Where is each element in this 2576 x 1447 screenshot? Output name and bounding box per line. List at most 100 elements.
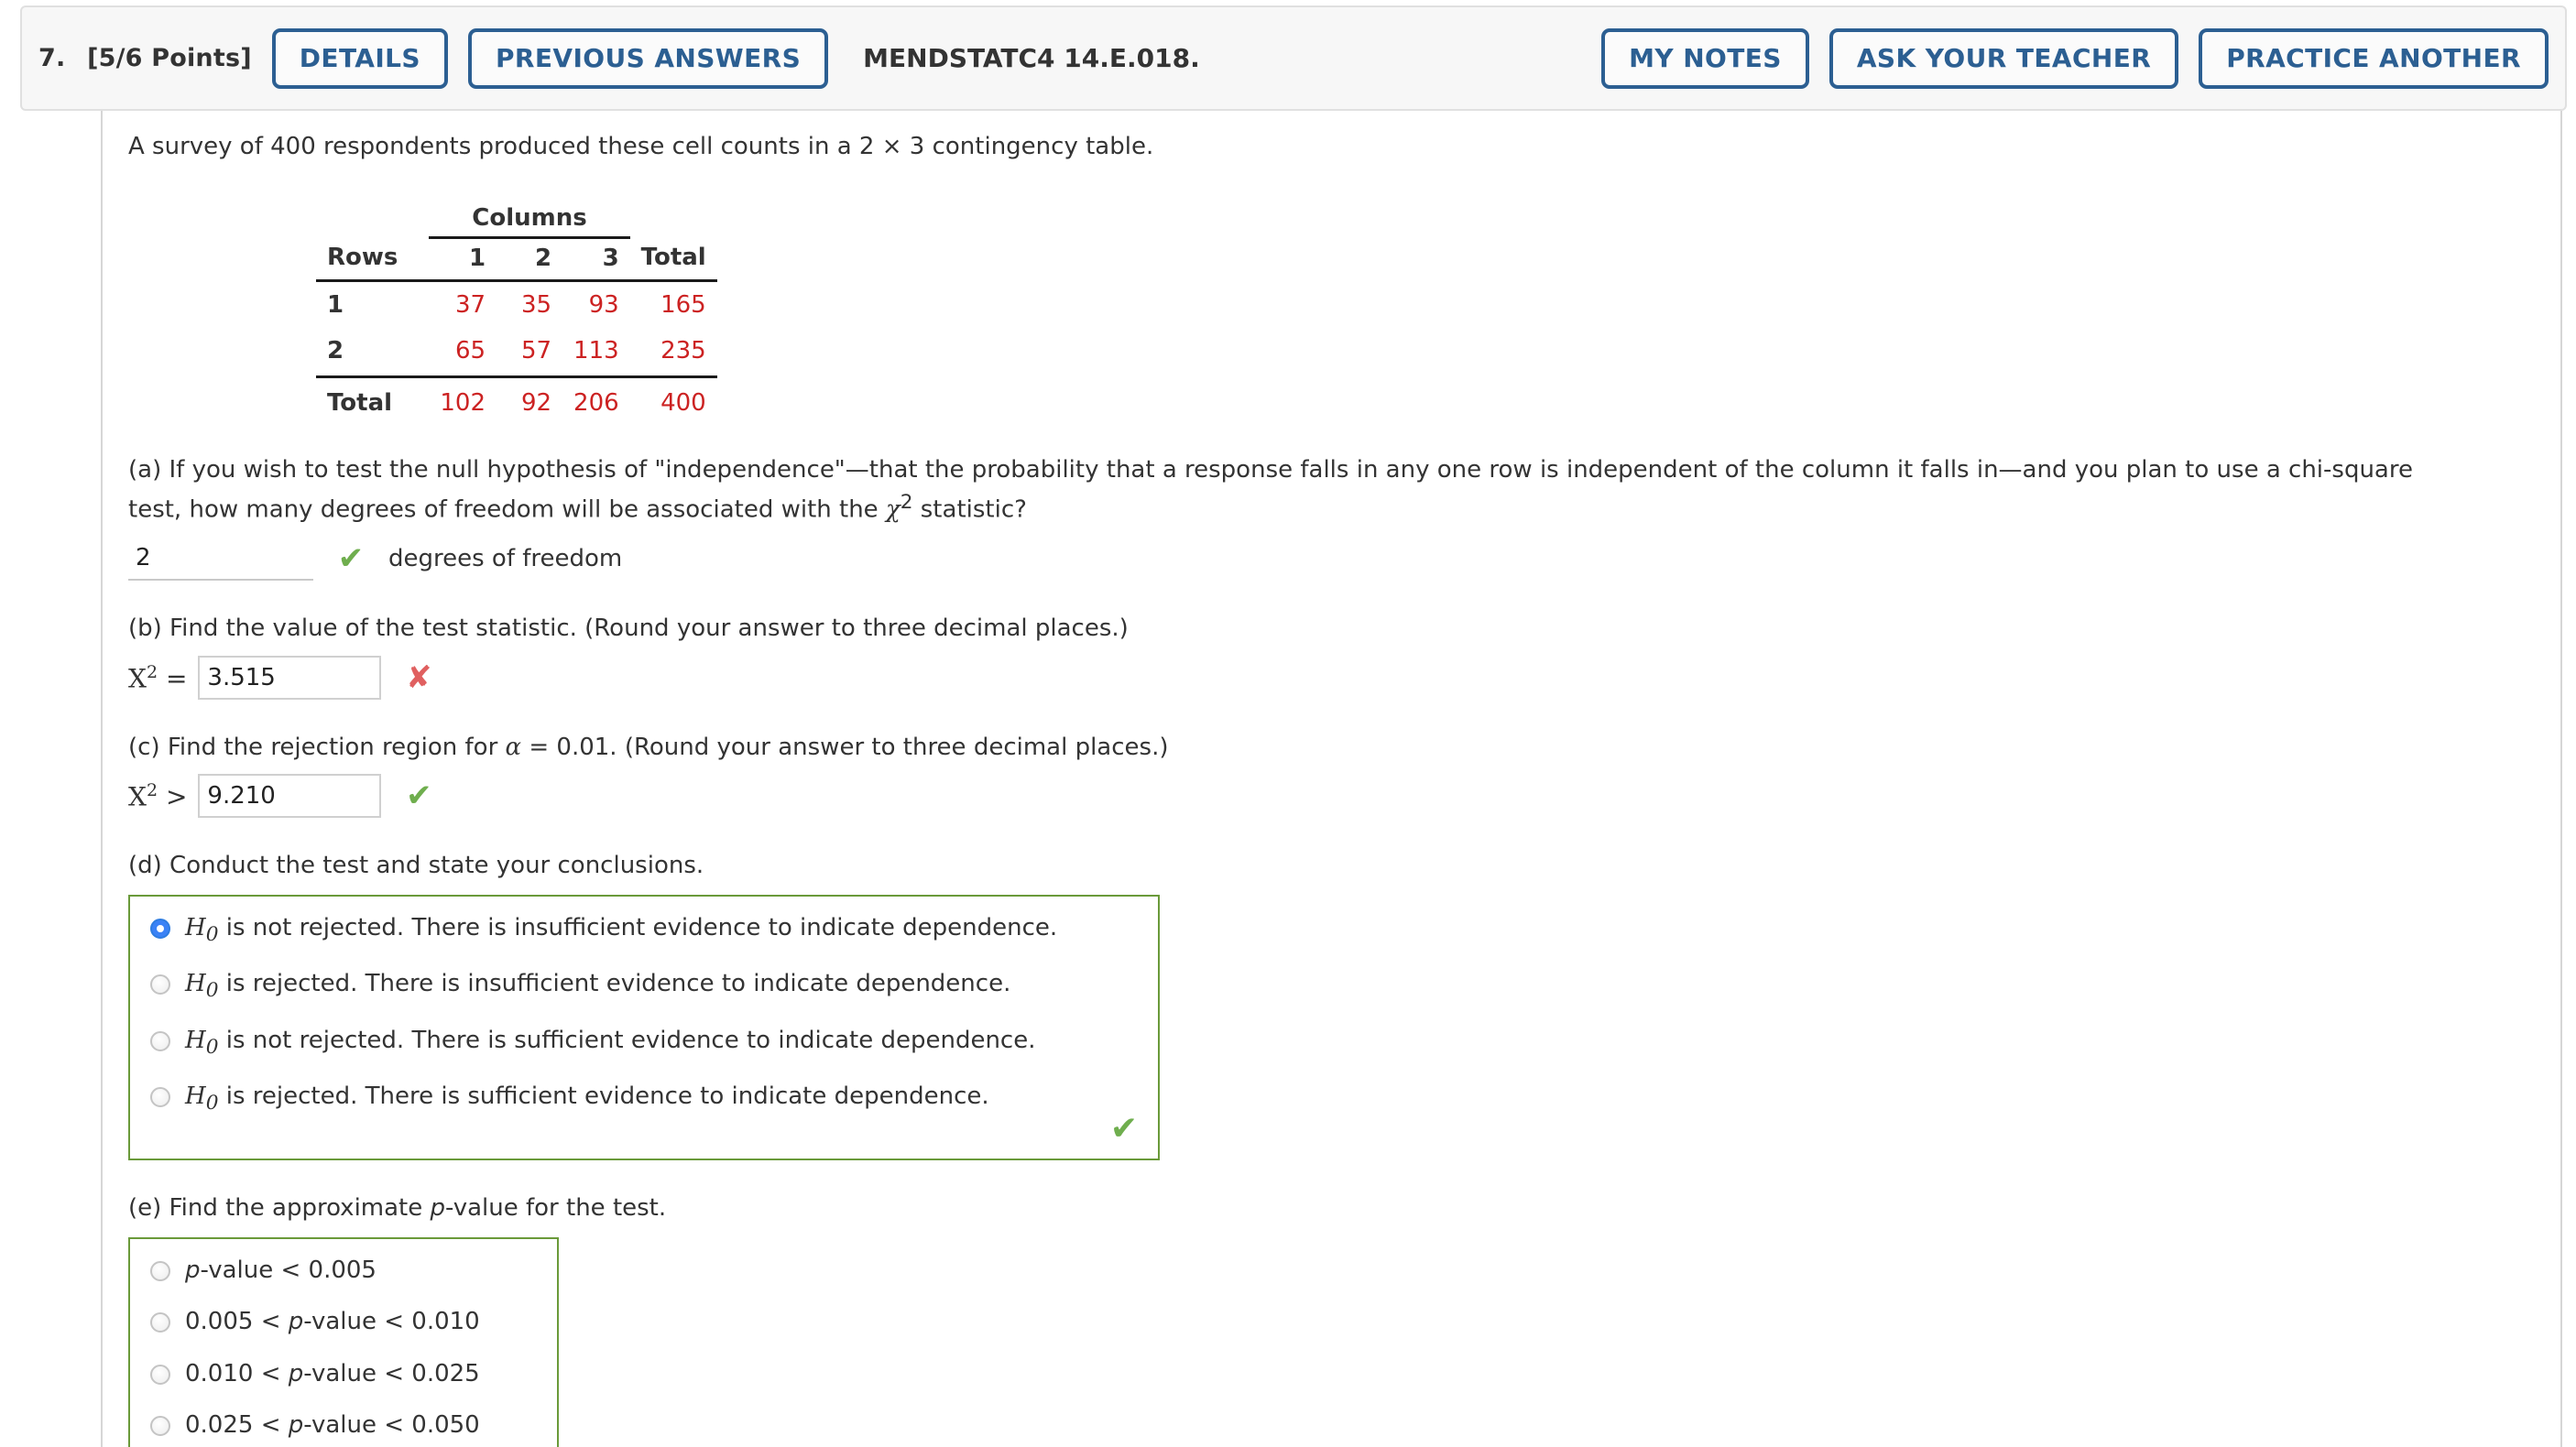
cell-r2c1: 65 bbox=[429, 328, 497, 378]
radio-icon[interactable] bbox=[150, 919, 170, 940]
part-a-correct-icon: ✔ bbox=[337, 540, 365, 578]
cell-total-c3: 206 bbox=[573, 389, 619, 417]
table-header-row: Rows 1 2 3 Total bbox=[316, 237, 717, 282]
part-d-option-2[interactable]: H0 is rejected. There is insufficient ev… bbox=[150, 969, 1138, 1003]
cell-grand-total: 400 bbox=[660, 389, 706, 417]
previous-answers-button[interactable]: PREVIOUS ANSWERS bbox=[467, 27, 829, 89]
part-c-label-sup: 2 bbox=[146, 780, 158, 801]
question-number-and-points: 7. [5/6 Points] bbox=[38, 44, 252, 72]
ask-your-teacher-button[interactable]: ASK YOUR TEACHER bbox=[1828, 27, 2179, 89]
row-label-2: 2 bbox=[316, 328, 430, 378]
part-e-option-3-label: 0.010 < p-value < 0.025 bbox=[185, 1359, 480, 1389]
part-e-option-2[interactable]: 0.005 < p-value < 0.010 bbox=[150, 1307, 537, 1337]
h0-subscript: 0 bbox=[205, 923, 219, 947]
p-symbol: p bbox=[185, 1256, 201, 1284]
part-d-correct-icon: ✔ bbox=[1109, 1110, 1138, 1148]
part-b-answer-input[interactable] bbox=[198, 655, 382, 700]
radio-icon[interactable] bbox=[150, 1416, 170, 1437]
my-notes-button[interactable]: MY NOTES bbox=[1601, 27, 1809, 89]
part-e-option-1[interactable]: p-value < 0.005 bbox=[150, 1256, 537, 1286]
radio-icon[interactable] bbox=[150, 1030, 170, 1051]
part-d: (d) Conduct the test and state your conc… bbox=[128, 849, 2556, 1161]
part-b-answer-row: X2 = ✘ bbox=[128, 655, 2556, 700]
h0-subscript: 0 bbox=[205, 1092, 219, 1115]
column-header-3: 3 bbox=[562, 237, 630, 282]
part-d-options-group: H0 is not rejected. There is insufficien… bbox=[128, 895, 1160, 1161]
part-d-option-1-rest: is not rejected. There is insufficient e… bbox=[218, 914, 1058, 942]
part-d-option-1[interactable]: H0 is not rejected. There is insufficien… bbox=[150, 913, 1138, 947]
part-e-options-group: p-value < 0.005 0.005 < p-value < 0.010 … bbox=[128, 1236, 559, 1447]
part-e-text-pre: (e) Find the approximate bbox=[128, 1194, 431, 1223]
part-e-question: (e) Find the approximate p-value for the… bbox=[128, 1191, 2460, 1226]
part-d-option-3[interactable]: H0 is not rejected. There is sufficient … bbox=[150, 1026, 1138, 1060]
part-c-label-rel: > bbox=[165, 781, 188, 812]
part-a-answer-input[interactable] bbox=[128, 537, 313, 582]
part-b: (b) Find the value of the test statistic… bbox=[128, 612, 2556, 700]
right-divider-rule bbox=[2560, 111, 2562, 1447]
group-header-blank-total bbox=[630, 199, 717, 238]
cell-total-c1: 102 bbox=[440, 389, 486, 417]
question-header-bar: 7. [5/6 Points] DETAILS PREVIOUS ANSWERS… bbox=[20, 5, 2567, 111]
module-code-label: MENDSTATC4 14.E.018. bbox=[863, 43, 1200, 73]
points-badge: [5/6 Points] bbox=[87, 44, 252, 72]
part-b-incorrect-icon: ✘ bbox=[406, 658, 432, 696]
cell-r1-total: 165 bbox=[660, 291, 706, 319]
part-e-option-4[interactable]: 0.025 < p-value < 0.050 bbox=[150, 1410, 537, 1441]
part-e-option-1-post: -value < 0.005 bbox=[200, 1256, 377, 1284]
table-totals-row: Total 102 92 206 400 bbox=[316, 377, 717, 423]
radio-icon[interactable] bbox=[150, 1260, 170, 1281]
part-e: (e) Find the approximate p -value for the… bbox=[128, 1191, 2556, 1447]
part-b-label-rel: = bbox=[165, 662, 188, 693]
part-c-correct-icon: ✔ bbox=[406, 778, 432, 815]
cell-r2c2: 57 bbox=[497, 328, 563, 378]
part-b-question: (b) Find the value of the test statistic… bbox=[128, 615, 1129, 643]
part-c-answer-input[interactable] bbox=[198, 774, 382, 819]
part-e-option-4-label: 0.025 < p-value < 0.050 bbox=[185, 1410, 480, 1441]
h0-symbol: H bbox=[185, 970, 206, 998]
chi-symbol: χ bbox=[885, 495, 901, 524]
part-c: (c) Find the rejection region for α = 0.… bbox=[128, 731, 2556, 819]
page-root: 7. [5/6 Points] DETAILS PREVIOUS ANSWERS… bbox=[0, 0, 2576, 1447]
part-a-question-line1: (a) If you wish to test the null hypothe… bbox=[128, 456, 2413, 484]
part-c-label-base: X bbox=[128, 781, 147, 812]
part-e-option-3-pre: 0.010 < bbox=[185, 1359, 289, 1387]
table-row: 1 37 35 93 165 bbox=[316, 281, 717, 329]
radio-icon[interactable] bbox=[150, 1086, 170, 1107]
intro-text: A survey of 400 respondents produced the… bbox=[128, 133, 1154, 160]
part-e-option-3[interactable]: 0.010 < p-value < 0.025 bbox=[150, 1359, 537, 1389]
part-b-label-base: X bbox=[128, 662, 147, 693]
group-header-blank bbox=[316, 199, 429, 238]
h0-symbol: H bbox=[185, 1082, 206, 1110]
h0-symbol: H bbox=[185, 914, 206, 942]
part-e-option-2-pre: 0.005 < bbox=[185, 1308, 289, 1336]
practice-another-button[interactable]: PRACTICE ANOTHER bbox=[2199, 27, 2549, 89]
question-body: A survey of 400 respondents produced the… bbox=[128, 111, 2556, 1447]
cell-r1c2: 35 bbox=[520, 291, 552, 319]
cell-r1c3: 93 bbox=[588, 291, 619, 319]
left-divider-rule bbox=[101, 111, 103, 1447]
cell-r2-total: 235 bbox=[629, 328, 717, 378]
radio-icon[interactable] bbox=[150, 1364, 170, 1385]
p-symbol: p bbox=[288, 1359, 304, 1387]
part-d-option-4-rest: is rejected. There is sufficient evidenc… bbox=[218, 1082, 989, 1110]
part-e-option-4-pre: 0.025 < bbox=[185, 1411, 289, 1440]
column-header-total: Total bbox=[629, 237, 717, 282]
alpha-symbol: α bbox=[505, 733, 522, 761]
part-a: (a) If you wish to test the null hypothe… bbox=[128, 453, 2556, 582]
table-group-header-row: Columns bbox=[316, 199, 717, 239]
part-b-label-sup: 2 bbox=[146, 661, 158, 682]
part-d-question: (d) Conduct the test and state your conc… bbox=[128, 852, 704, 880]
h0-subscript: 0 bbox=[205, 979, 219, 1003]
part-a-unit-label: degrees of freedom bbox=[388, 545, 623, 573]
details-button[interactable]: DETAILS bbox=[271, 27, 448, 89]
radio-icon[interactable] bbox=[150, 974, 170, 995]
radio-icon[interactable] bbox=[150, 1312, 170, 1333]
part-e-option-2-post: -value < 0.010 bbox=[303, 1308, 480, 1336]
chi-exponent: 2 bbox=[900, 490, 913, 514]
part-e-option-2-label: 0.005 < p-value < 0.010 bbox=[185, 1307, 480, 1337]
contingency-table: Columns Rows 1 2 3 Total 1 37 35 93 165 … bbox=[316, 199, 717, 422]
part-d-option-4[interactable]: H0 is rejected. There is sufficient evid… bbox=[150, 1082, 1138, 1115]
part-e-text-post: -value for the test. bbox=[445, 1194, 667, 1223]
part-b-statistic-label: X2 = bbox=[128, 662, 187, 693]
part-d-option-4-label: H0 is rejected. There is sufficient evid… bbox=[185, 1082, 989, 1115]
